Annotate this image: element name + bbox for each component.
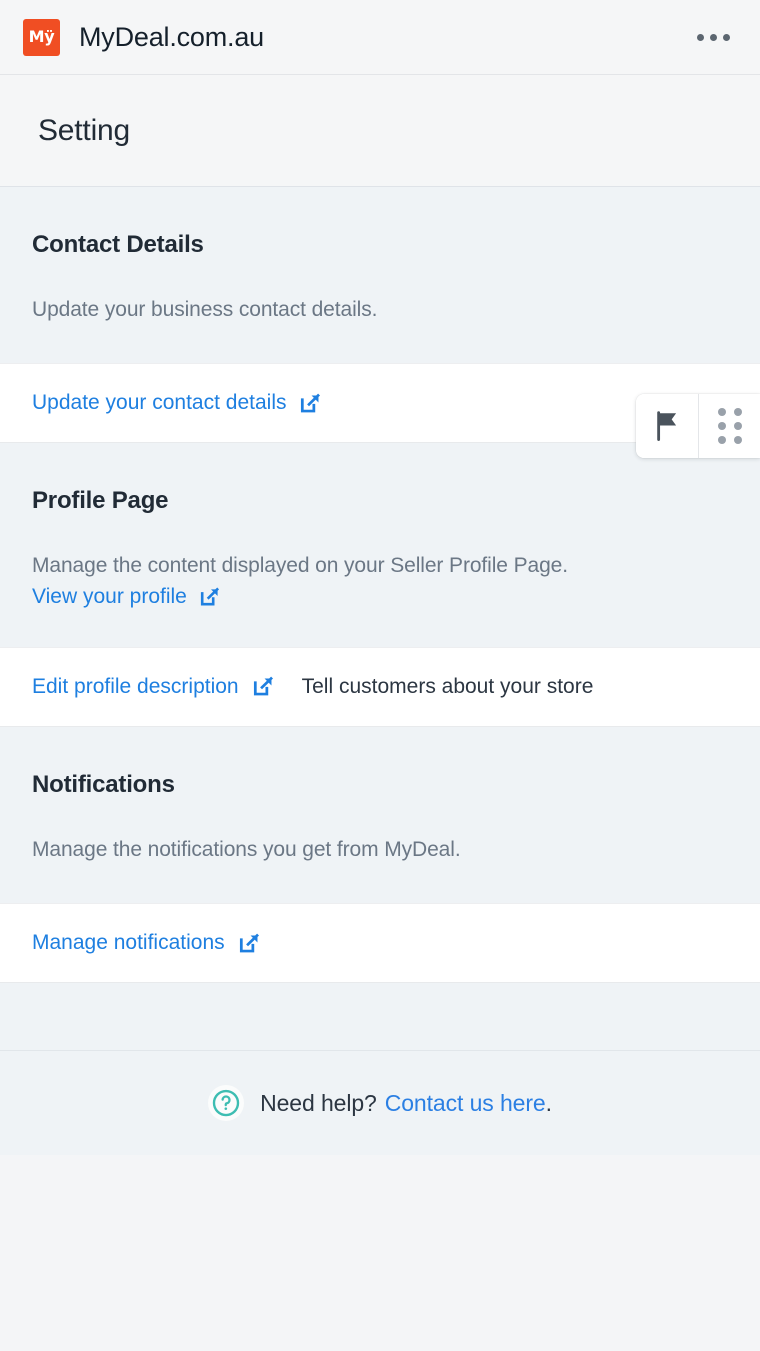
row-manage-notifications[interactable]: Manage notifications — [0, 903, 760, 984]
floating-toolbar — [636, 394, 760, 458]
section-title: Profile Page — [32, 487, 169, 515]
contact-us-wrap: Contact us here. — [385, 1090, 552, 1117]
dot — [697, 33, 704, 41]
section-notifications: Notifications Manage the notifications y… — [0, 726, 760, 904]
app-header: Mÿ MyDeal.com.au — [0, 0, 760, 75]
question-mark-circle-glyph — [212, 1090, 240, 1117]
manage-notifications-link[interactable]: Manage notifications — [32, 931, 260, 955]
dot — [717, 436, 726, 444]
section-description: Manage the notifications you get from My… — [32, 837, 461, 861]
grid-dots-glyph — [717, 408, 742, 444]
brand: Mÿ MyDeal.com.au — [23, 18, 264, 56]
dot — [733, 436, 742, 444]
contact-us-link[interactable]: Contact us here — [385, 1090, 546, 1116]
section-description: Update your business contact details. — [32, 298, 378, 321]
link-label: Edit profile description — [32, 674, 239, 698]
page-bottom-area — [0, 1155, 760, 1286]
link-label: Update your contact details — [32, 391, 287, 415]
section-title: Notifications — [32, 770, 175, 798]
mydeal-logo-icon: Mÿ — [23, 18, 60, 56]
section-profile-page: Profile Page Manage the content displaye… — [0, 443, 760, 647]
edit-profile-description-link[interactable]: Edit profile description — [32, 675, 274, 699]
section-title: Contact Details — [32, 231, 204, 258]
link-label: View your profile — [32, 584, 187, 608]
section-description: Manage the content displayed on your Sel… — [32, 554, 568, 578]
section-contact-details: Contact Details Update your business con… — [0, 187, 760, 364]
dot — [717, 422, 726, 430]
page-header: Setting — [0, 75, 760, 187]
link-label: Manage notifications — [32, 931, 225, 955]
row-edit-profile-description[interactable]: Edit profile description Tell customers … — [0, 646, 760, 727]
external-link-icon — [200, 587, 219, 606]
page-title: Setting — [38, 113, 130, 147]
dot — [733, 422, 742, 430]
flag-icon[interactable] — [636, 394, 698, 458]
external-link-icon — [253, 676, 273, 696]
update-contact-details-link[interactable]: Update your contact details — [32, 391, 321, 415]
dot — [733, 408, 742, 416]
help-footer: Need help? Contact us here. — [0, 1051, 760, 1156]
settings-content: Contact Details Update your business con… — [0, 187, 760, 1286]
external-link-icon — [239, 933, 259, 953]
flag-glyph — [657, 411, 677, 441]
logo-text: Mÿ — [28, 27, 55, 46]
external-link-icon — [301, 393, 321, 413]
app-window: Mÿ MyDeal.com.au Setting Contact Details… — [0, 0, 760, 1351]
more-horizontal-icon[interactable] — [693, 26, 734, 49]
dot — [710, 33, 717, 41]
content-spacer — [0, 983, 760, 1052]
dot — [717, 408, 726, 416]
row-note: Tell customers about your store — [301, 674, 594, 698]
grid-dots-icon[interactable] — [698, 394, 760, 458]
help-text: Need help? — [260, 1089, 377, 1116]
dot — [723, 33, 730, 41]
app-title: MyDeal.com.au — [79, 21, 264, 52]
question-mark-circle-icon — [208, 1085, 245, 1122]
view-your-profile-link[interactable]: View your profile — [32, 585, 220, 609]
period: . — [545, 1089, 552, 1116]
